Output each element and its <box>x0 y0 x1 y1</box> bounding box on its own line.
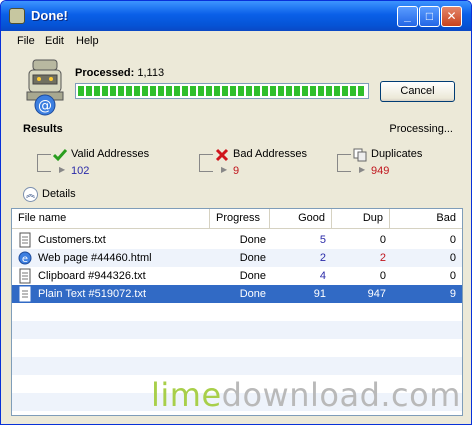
table-header: File name Progress Good Dup Bad <box>12 209 462 229</box>
duplicates-icon <box>353 148 367 162</box>
good-cell: 2 <box>319 252 326 264</box>
app-icon <box>9 8 25 24</box>
progress-bar <box>75 83 369 99</box>
bad-cell: 0 <box>449 270 456 282</box>
progress-cell: Done <box>239 288 266 300</box>
results-status: Processing... <box>389 123 453 135</box>
window-title: Done! <box>31 8 68 23</box>
svg-text:@: @ <box>38 98 52 114</box>
close-button[interactable]: ✕ <box>441 6 462 27</box>
dup-cell: 0 <box>379 234 386 246</box>
table-row[interactable]: Clipboard #944326.txt Done 4 0 0 <box>12 267 462 285</box>
good-cell: 91 <box>313 288 326 300</box>
main-window: Done! _ □ ✕ File Edit Help @ Processed: … <box>0 0 472 425</box>
details-toggle[interactable]: ︽ Details <box>23 187 83 203</box>
svg-text:e: e <box>22 254 28 265</box>
column-good[interactable]: Good <box>270 209 332 229</box>
text-file-icon <box>19 286 31 302</box>
email-robot-icon: @ <box>26 59 64 116</box>
progress-cell: Done <box>239 270 266 282</box>
progress-cell: Done <box>239 234 266 246</box>
column-dup[interactable]: Dup <box>332 209 390 229</box>
dup-cell: 2 <box>379 252 386 264</box>
check-icon <box>53 149 67 162</box>
bad-cell: 9 <box>449 288 456 300</box>
results-title: Results <box>23 123 63 135</box>
menu-edit[interactable]: Edit <box>45 35 64 47</box>
processed-count: 1,113 <box>137 67 165 79</box>
menu-bar: File Edit Help <box>1 31 471 51</box>
table-row[interactable]: Customers.txt Done 5 0 0 <box>12 231 462 249</box>
file-name-cell: Clipboard #944326.txt <box>38 270 146 282</box>
collapse-icon: ︽ <box>23 187 38 202</box>
progress-fill <box>78 86 366 96</box>
bad-cell: 0 <box>449 234 456 246</box>
web-page-icon: e <box>18 251 32 265</box>
bad-cell: 0 <box>449 252 456 264</box>
file-name-cell: Plain Text #519072.txt <box>38 288 147 300</box>
text-file-icon <box>19 232 31 248</box>
stat-duplicates: Duplicates ▶ 949 <box>337 147 463 181</box>
progress-cell: Done <box>239 252 266 264</box>
arrow-icon: ▶ <box>359 165 366 174</box>
title-bar[interactable]: Done! _ □ ✕ <box>1 1 471 31</box>
x-icon <box>215 148 229 162</box>
menu-file[interactable]: File <box>17 35 35 47</box>
good-cell: 5 <box>319 234 326 246</box>
column-bad[interactable]: Bad <box>390 209 462 229</box>
duplicates-count: 949 <box>371 165 390 177</box>
maximize-button[interactable]: □ <box>419 6 440 27</box>
dup-cell: 947 <box>367 288 386 300</box>
cancel-button[interactable]: Cancel <box>380 81 455 102</box>
column-file-name[interactable]: File name <box>12 209 210 229</box>
file-name-cell: Web page #44460.html <box>38 252 152 264</box>
file-name-cell: Customers.txt <box>38 234 106 246</box>
menu-help[interactable]: Help <box>76 35 99 47</box>
table-row[interactable]: Plain Text #519072.txt Done 91 947 9 <box>12 285 462 303</box>
column-progress[interactable]: Progress <box>210 209 270 229</box>
bad-count: 9 <box>233 165 240 177</box>
text-file-icon <box>19 268 31 284</box>
stat-bad-addresses: Bad Addresses ▶ 9 <box>199 147 349 181</box>
watermark: limedownload.com <box>151 376 461 414</box>
table-row[interactable]: e Web page #44460.html Done 2 2 0 <box>12 249 462 267</box>
dup-cell: 0 <box>379 270 386 282</box>
good-cell: 4 <box>319 270 326 282</box>
stat-valid-addresses: Valid Addresses ▶ 102 <box>37 147 187 181</box>
minimize-button[interactable]: _ <box>397 6 418 27</box>
arrow-icon: ▶ <box>221 165 228 174</box>
arrow-icon: ▶ <box>59 165 66 174</box>
valid-count: 102 <box>71 165 90 177</box>
processed-label: Processed: 1,113 <box>75 67 165 79</box>
